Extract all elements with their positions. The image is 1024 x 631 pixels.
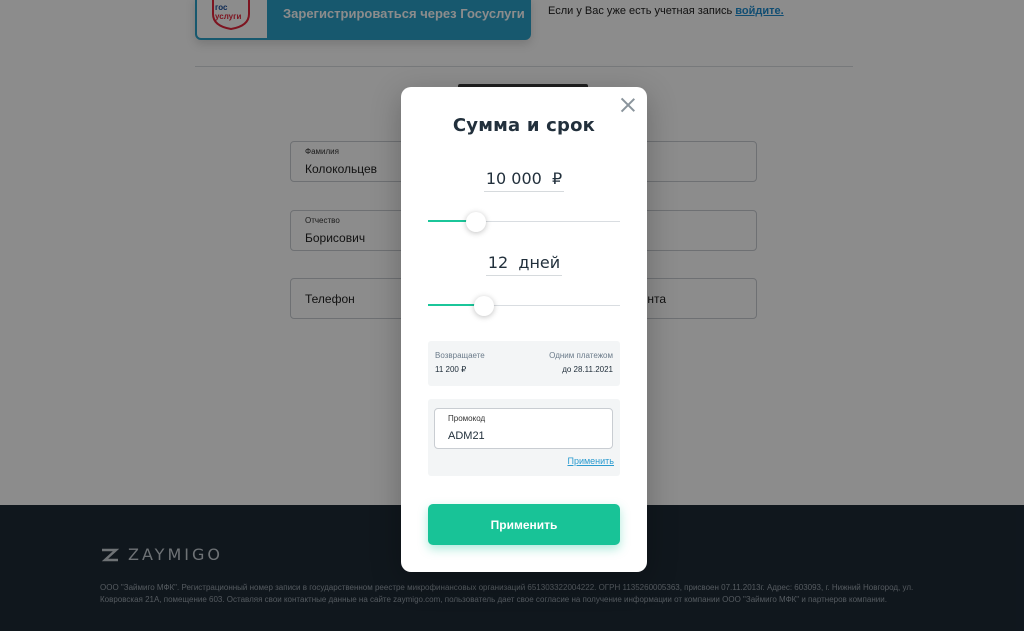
promo-code-input[interactable] bbox=[448, 428, 598, 444]
term-value: 12 bbox=[487, 253, 509, 272]
currency-symbol: ₽ bbox=[551, 169, 563, 188]
return-label: Возвращаете bbox=[435, 351, 485, 360]
payment-value: до 28.11.2021 bbox=[562, 365, 613, 374]
amount-display[interactable]: 10 000 ₽ bbox=[401, 169, 647, 192]
payment-label: Одним платежом bbox=[549, 351, 613, 360]
amount-slider-handle[interactable] bbox=[466, 212, 486, 232]
amount-slider[interactable] bbox=[428, 212, 620, 232]
modal-title: Сумма и срок bbox=[452, 115, 596, 136]
repayment-summary: Возвращаете 11 200 ₽ Одним платежом до 2… bbox=[428, 341, 620, 386]
promo-code-field[interactable]: Промокод bbox=[434, 408, 613, 449]
term-display[interactable]: 12 дней bbox=[401, 253, 647, 276]
amount-term-modal: Сумма и срок 10 000 ₽ 12 дней Возвращает… bbox=[401, 87, 647, 572]
term-slider[interactable] bbox=[428, 296, 620, 316]
promo-section: Промокод Применить bbox=[428, 399, 620, 476]
amount-value: 10 000 bbox=[485, 169, 542, 188]
term-slider-handle[interactable] bbox=[473, 296, 494, 316]
promo-code-label: Промокод bbox=[448, 414, 486, 423]
close-icon[interactable] bbox=[620, 97, 636, 113]
promo-apply-link[interactable]: Применить bbox=[567, 456, 614, 466]
return-value: 11 200 ₽ bbox=[435, 365, 467, 374]
apply-button[interactable]: Применить bbox=[428, 504, 620, 545]
term-unit: дней bbox=[518, 253, 561, 272]
